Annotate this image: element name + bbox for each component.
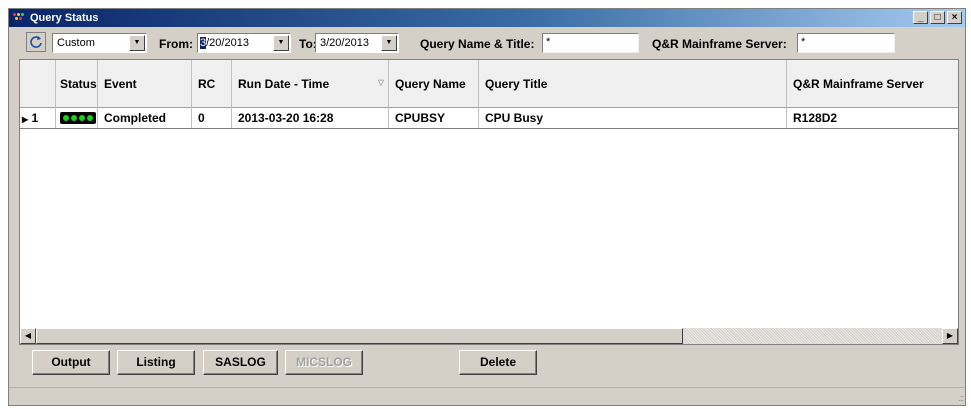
window-title: Query Status	[30, 12, 99, 24]
query-title-cell: CPU Busy	[479, 108, 787, 128]
refresh-button[interactable]	[26, 32, 46, 52]
column-header-query-name[interactable]: Query Name	[389, 60, 479, 108]
table-row[interactable]: ▶ 1 Completed 0 2013-03-20 16:28 CPUBSY …	[20, 108, 958, 129]
from-label: From:	[159, 37, 193, 51]
column-header-event[interactable]: Event	[98, 60, 192, 108]
close-button[interactable]: ×	[947, 11, 962, 24]
column-header-server[interactable]: Q&R Mainframe Server	[787, 60, 958, 108]
scrollbar-thumb[interactable]	[36, 328, 683, 344]
scroll-right-icon[interactable]: ▶	[942, 328, 958, 344]
status-bar: .::	[9, 387, 965, 405]
run-date-label: Run Date - Time	[238, 77, 330, 91]
chevron-down-icon[interactable]: ▼	[381, 35, 397, 51]
query-name-cell: CPUBSY	[389, 108, 479, 128]
app-icon	[12, 11, 28, 25]
column-header-query-title[interactable]: Query Title	[479, 60, 787, 108]
server-cell: R128D2	[793, 111, 838, 125]
micslog-button: MICSLOG	[285, 350, 363, 375]
minimize-button[interactable]: _	[913, 11, 928, 24]
row-selector[interactable]: ▶ 1	[20, 108, 56, 128]
event-cell: Completed	[98, 108, 192, 128]
query-status-window: Query Status _ □ × Custom ▼ From: 3/20/2…	[8, 8, 966, 406]
date-range-select[interactable]: Custom ▼	[52, 33, 147, 53]
chevron-down-icon[interactable]: ▼	[129, 35, 145, 51]
listing-button[interactable]: Listing	[117, 350, 195, 375]
column-header-run-date[interactable]: Run Date - Time ▽	[232, 60, 389, 108]
refresh-icon	[30, 36, 42, 48]
grid-header: Status Event RC Run Date - Time ▽ Query …	[20, 60, 958, 108]
to-date-value: 3/20/2013	[320, 37, 369, 49]
rc-cell: 0	[192, 108, 232, 128]
run-date-cell: 2013-03-20 16:28	[232, 108, 389, 128]
delete-button[interactable]: Delete	[459, 350, 537, 375]
toolbar: Custom ▼ From: 3/20/2013 ▼ To: 3/20/2013…	[9, 27, 965, 57]
date-range-value: Custom	[57, 37, 95, 49]
scroll-left-icon[interactable]: ◀	[20, 328, 36, 344]
status-cell	[56, 108, 98, 128]
server-label: Q&R Mainframe Server:	[652, 37, 787, 51]
from-date-picker[interactable]: 3/20/2013 ▼	[197, 33, 291, 53]
query-name-label: Query Name & Title:	[420, 37, 535, 51]
query-name-input[interactable]: *	[542, 33, 639, 53]
resize-grip-icon[interactable]: .::	[958, 393, 963, 403]
query-grid[interactable]: Status Event RC Run Date - Time ▽ Query …	[19, 59, 959, 345]
row-pointer-icon: ▶	[22, 115, 29, 124]
output-button[interactable]: Output	[32, 350, 110, 375]
column-header-status[interactable]: Status	[56, 60, 98, 108]
to-date-picker[interactable]: 3/20/2013 ▼	[315, 33, 399, 53]
horizontal-scrollbar[interactable]: ◀ ▶	[20, 328, 958, 344]
column-header-rc[interactable]: RC	[192, 60, 232, 108]
sort-descending-icon: ▽	[377, 78, 384, 87]
column-header-row[interactable]	[20, 60, 56, 108]
row-number: 1	[31, 111, 39, 125]
server-input[interactable]: *	[797, 33, 895, 53]
from-date-value: /20/2013	[206, 37, 249, 49]
saslog-button[interactable]: SASLOG	[203, 350, 278, 375]
maximize-button[interactable]: □	[930, 11, 945, 24]
completed-indicator-icon	[60, 112, 96, 124]
chevron-down-icon[interactable]: ▼	[273, 35, 289, 51]
title-bar[interactable]: Query Status _ □ ×	[9, 9, 965, 27]
